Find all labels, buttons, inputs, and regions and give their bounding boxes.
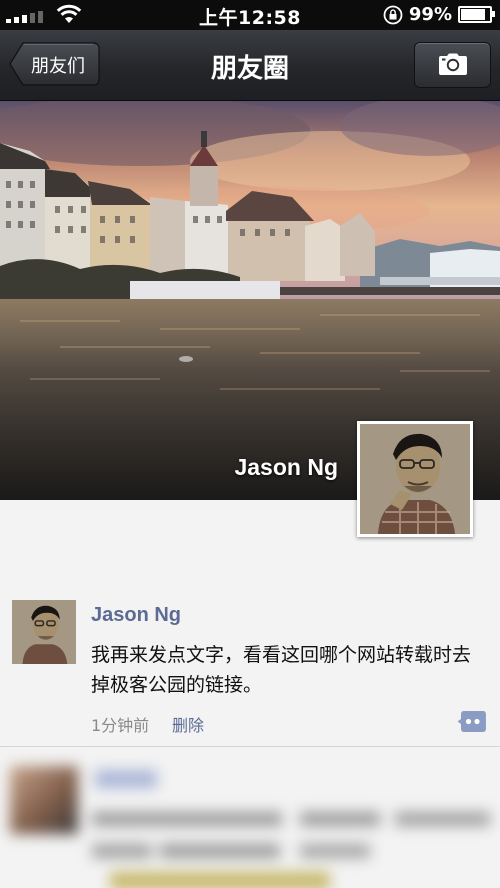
nav-bar: 朋友们 朋友圈 bbox=[0, 30, 500, 101]
post-timestamp: 1分钟前 bbox=[91, 716, 150, 735]
avatar-portrait-image bbox=[360, 424, 470, 534]
post-avatar[interactable] bbox=[12, 600, 76, 664]
camera-button[interactable] bbox=[414, 42, 491, 88]
next-post-blurred bbox=[0, 748, 500, 888]
comment-icon bbox=[457, 711, 486, 732]
profile-avatar[interactable] bbox=[357, 421, 473, 537]
rotation-lock-icon bbox=[383, 5, 403, 24]
status-bar: 上午12:58 99% bbox=[0, 0, 500, 30]
back-button[interactable]: 朋友们 bbox=[9, 42, 100, 86]
battery-icon bbox=[458, 6, 495, 23]
post-author-name[interactable]: Jason Ng bbox=[91, 604, 181, 627]
moment-post: Jason Ng 我再来发点文字，看看这回哪个网站转载时去掉极客公园的链接。 1… bbox=[0, 590, 500, 745]
delete-link[interactable]: 删除 bbox=[172, 712, 204, 736]
post-avatar-image bbox=[12, 600, 76, 664]
post-divider bbox=[0, 746, 500, 747]
post-content: 我再来发点文字，看看这回哪个网站转载时去掉极客公园的链接。 bbox=[91, 644, 472, 696]
comment-button[interactable] bbox=[457, 711, 486, 732]
cover-username: Jason Ng bbox=[234, 454, 338, 480]
battery-percent: 99% bbox=[408, 4, 452, 25]
camera-icon bbox=[439, 53, 467, 75]
back-button-label: 朋友们 bbox=[31, 56, 85, 77]
